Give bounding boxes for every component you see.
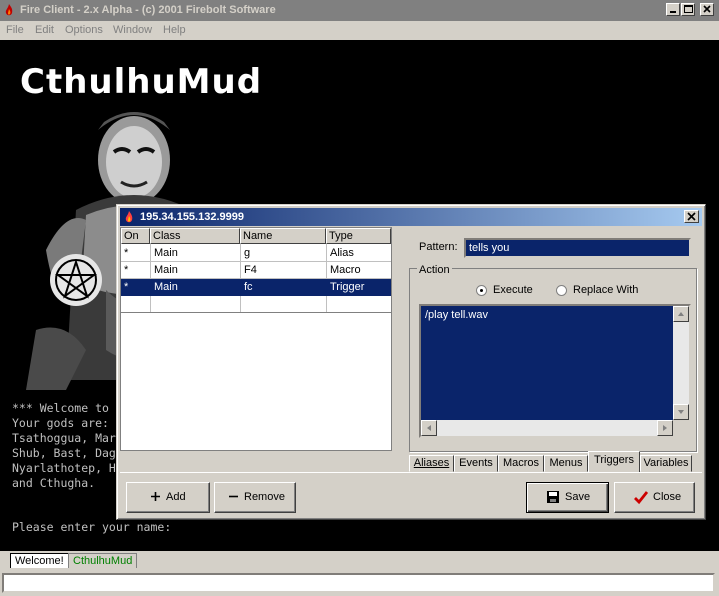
trigger-list[interactable]: On Class Name Type * Main g Alias * Main… — [120, 227, 392, 313]
menu-window[interactable]: Window — [113, 24, 152, 36]
tab-variables[interactable]: Variables — [640, 455, 692, 472]
flame-icon — [5, 4, 13, 16]
flame-icon — [125, 211, 133, 223]
terminal-line: Shub, Bast, Dag — [12, 446, 116, 460]
plus-icon — [151, 492, 160, 501]
dialog-title: 195.34.155.132.9999 — [140, 211, 244, 223]
terminal-line: Nyarlathotep, H — [12, 461, 116, 475]
menu-edit[interactable]: Edit — [35, 24, 54, 36]
tab-cthulhumud[interactable]: CthulhuMud — [68, 553, 138, 568]
column-on[interactable]: On — [121, 228, 150, 244]
name-prompt: Please enter your name: — [12, 520, 172, 534]
table-row-selected[interactable]: * Main fc Trigger — [121, 279, 391, 296]
tab-triggers[interactable]: Triggers — [588, 451, 640, 472]
remove-button[interactable]: Remove — [214, 482, 296, 513]
pattern-input[interactable]: tells you — [464, 238, 691, 258]
arrow-left-icon — [427, 425, 431, 431]
table-row[interactable]: * Main g Alias — [121, 245, 391, 262]
radio-unchecked-icon — [556, 285, 567, 296]
vertical-scrollbar[interactable] — [673, 306, 689, 420]
scroll-left-button[interactable] — [421, 420, 437, 436]
app-title: Fire Client - 2.x Alpha - (c) 2001 Fireb… — [20, 4, 276, 16]
scroll-right-button[interactable] — [657, 420, 673, 436]
maximize-icon — [684, 5, 693, 13]
list-header: On Class Name Type — [121, 228, 391, 244]
minimize-button[interactable] — [666, 3, 680, 16]
column-type[interactable]: Type — [326, 228, 391, 244]
tab-aliases[interactable]: Aliases — [409, 455, 454, 472]
maximize-button[interactable] — [681, 3, 695, 16]
action-group-label: Action — [417, 264, 452, 276]
window-tab-strip: Welcome! CthulhuMud — [0, 551, 719, 571]
terminal-line: Your gods are: — [12, 416, 109, 430]
menu-bar: File Edit Options Window Help — [0, 21, 719, 40]
tab-welcome[interactable]: Welcome! — [10, 553, 69, 568]
add-button[interactable]: Add — [126, 482, 210, 513]
arrow-right-icon — [663, 425, 667, 431]
terminal-line: Tsathoggua, Mar — [12, 431, 116, 445]
arrow-down-icon — [678, 410, 684, 414]
terminal-line: and Cthugha. — [12, 476, 96, 490]
minimize-icon — [670, 11, 676, 13]
triggers-dialog: 195.34.155.132.9999 On Class Name Type *… — [116, 204, 706, 520]
dialog-close-button[interactable] — [684, 210, 699, 223]
tab-macros[interactable]: Macros — [498, 455, 544, 472]
tab-menus[interactable]: Menus — [544, 455, 588, 472]
trigger-list-body[interactable] — [120, 313, 392, 451]
arrow-up-icon — [678, 312, 684, 316]
close-window-button[interactable] — [700, 3, 714, 16]
dialog-title-bar[interactable]: 195.34.155.132.9999 — [120, 208, 702, 226]
scroll-corner — [673, 420, 689, 436]
terminal-output: *** Welcome to Your gods are: Tsathoggua… — [12, 401, 116, 491]
scroll-up-button[interactable] — [673, 306, 689, 322]
column-name[interactable]: Name — [240, 228, 326, 244]
save-button[interactable]: Save — [526, 482, 609, 513]
menu-help[interactable]: Help — [163, 24, 186, 36]
minus-icon — [229, 495, 238, 498]
command-input[interactable] — [2, 573, 715, 593]
action-text: /play tell.wav — [425, 309, 488, 321]
checkmark-icon — [634, 491, 649, 505]
tab-events[interactable]: Events — [454, 455, 498, 472]
action-textarea[interactable]: /play tell.wav — [419, 304, 691, 438]
column-class[interactable]: Class — [150, 228, 240, 244]
app-title-bar[interactable]: Fire Client - 2.x Alpha - (c) 2001 Fireb… — [0, 0, 719, 21]
menu-file[interactable]: File — [6, 24, 24, 36]
table-row[interactable]: * Main F4 Macro — [121, 262, 391, 279]
close-icon — [687, 212, 696, 221]
menu-options[interactable]: Options — [65, 24, 103, 36]
close-icon — [703, 5, 711, 13]
scroll-down-button[interactable] — [673, 404, 689, 420]
radio-checked-icon — [476, 285, 487, 296]
close-button[interactable]: Close — [614, 482, 695, 513]
pattern-label: Pattern: — [419, 241, 458, 253]
terminal-line: *** Welcome to — [12, 401, 109, 415]
horizontal-scrollbar[interactable] — [421, 420, 673, 436]
floppy-disk-icon — [547, 491, 559, 503]
